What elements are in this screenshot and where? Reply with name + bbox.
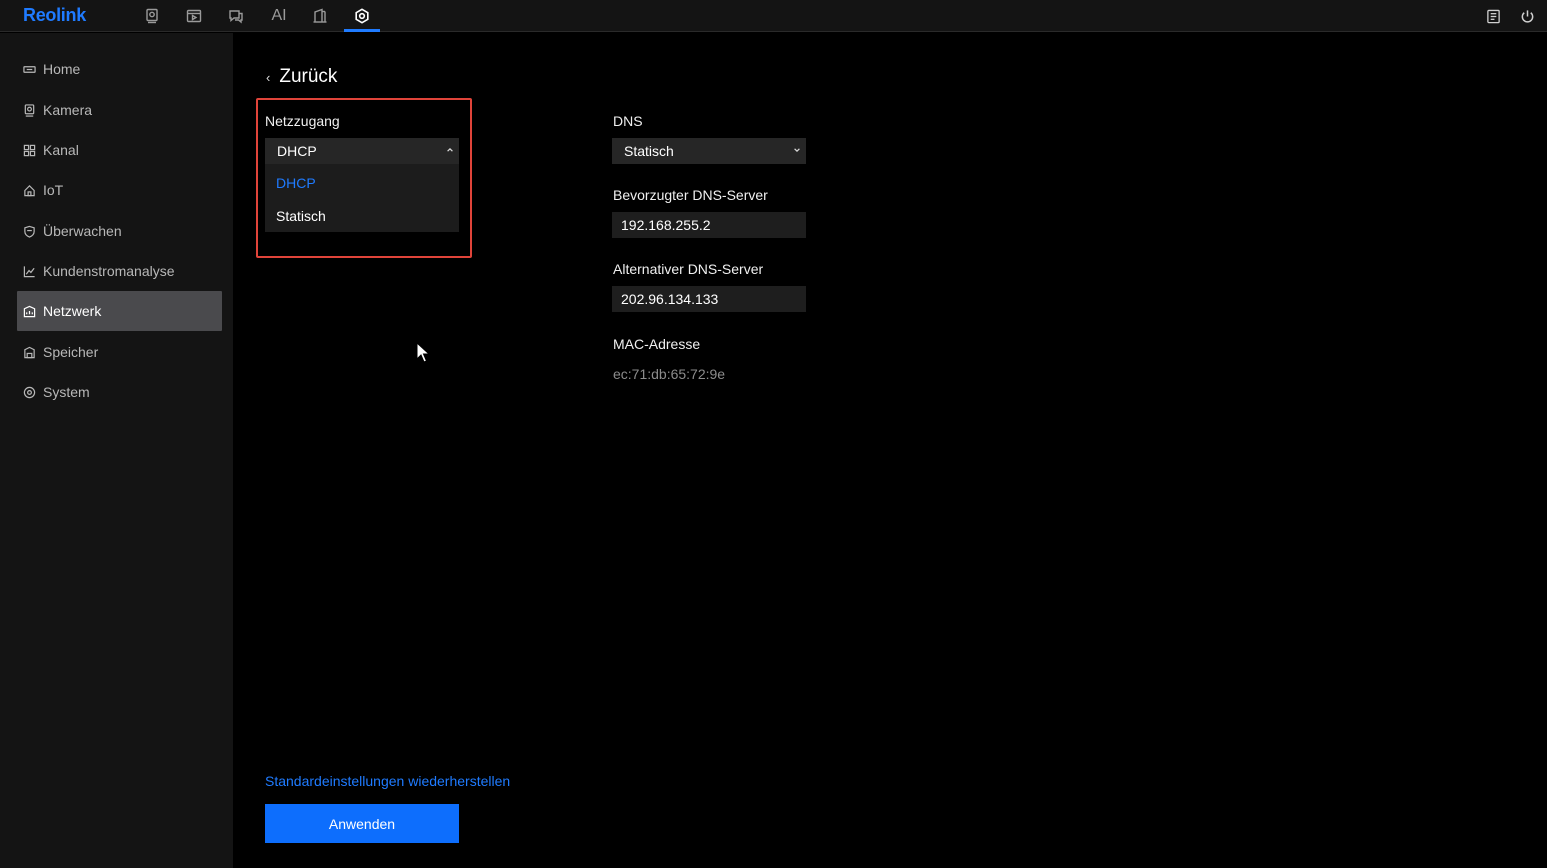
sidebar-item-label: Home — [43, 61, 81, 77]
sidebar-item-label: Netzwerk — [43, 303, 102, 319]
sidebar-item-kundenstromanalyse[interactable]: Kundenstromanalyse — [17, 251, 222, 291]
message-icon — [229, 10, 243, 24]
settings-icon — [355, 8, 369, 24]
chevron-up-icon — [445, 145, 455, 155]
topnav-settings[interactable] — [344, 0, 380, 32]
back-button[interactable]: ‹ Zurück — [266, 66, 337, 88]
mouse-cursor-icon — [416, 342, 430, 363]
sidebar-item-label: Kundenstromanalyse — [43, 263, 175, 279]
sidebar-item-label: System — [43, 384, 90, 400]
sidebar-item-kamera[interactable]: Kamera — [17, 90, 222, 130]
netzzugang-value: DHCP — [277, 143, 317, 159]
apply-button[interactable]: Anwenden — [265, 804, 459, 843]
sidebar-item-home[interactable]: Home — [17, 49, 222, 89]
sidebar-item-kanal[interactable]: Kanal — [17, 130, 222, 170]
top-bar: Reolink AI — [0, 0, 1547, 32]
netzzugang-dropdown: DHCP Statisch — [265, 164, 459, 232]
chart-icon — [22, 264, 36, 278]
monitor-icon — [22, 62, 36, 76]
sidebar-item-speicher[interactable]: Speicher — [17, 332, 222, 372]
chevron-left-icon: ‹ — [266, 69, 271, 85]
power-icon — [1521, 9, 1533, 23]
playback-icon — [186, 9, 202, 23]
sidebar-item-label: Kanal — [43, 142, 79, 158]
topnav-ai[interactable]: AI — [261, 0, 297, 32]
alternate-dns-label: Alternativer DNS-Server — [613, 261, 764, 277]
preferred-dns-input[interactable]: 192.168.255.2 — [612, 212, 806, 238]
mac-value: ec:71:db:65:72:9e — [613, 366, 726, 382]
notes-icon — [1486, 9, 1500, 23]
camera-icon — [22, 103, 36, 117]
alternate-dns-input[interactable]: 202.96.134.133 — [612, 286, 806, 312]
dropdown-option-statisch[interactable]: Statisch — [276, 208, 326, 224]
door-icon — [313, 8, 327, 23]
network-icon — [22, 304, 36, 318]
back-label: Zurück — [279, 66, 338, 87]
netzzugang-label: Netzzugang — [265, 113, 340, 129]
reolink-logo: Reolink — [23, 5, 86, 25]
mac-label: MAC-Adresse — [613, 336, 701, 352]
grid-icon — [22, 143, 36, 157]
sidebar-item-label: Speicher — [43, 344, 99, 360]
sidebar-item-label: IoT — [43, 182, 64, 198]
camera-preview-icon — [146, 8, 158, 24]
dns-select[interactable]: Statisch — [612, 138, 806, 164]
topnav-messages[interactable] — [218, 0, 254, 32]
storage-icon — [22, 345, 36, 359]
preferred-dns-label: Bevorzugter DNS-Server — [613, 187, 768, 203]
power-button[interactable] — [1513, 0, 1541, 32]
dns-label: DNS — [613, 113, 643, 129]
notes-button[interactable] — [1479, 0, 1507, 32]
dropdown-option-dhcp[interactable]: DHCP — [276, 175, 316, 191]
sidebar-item-system[interactable]: System — [17, 372, 222, 412]
gear-icon — [22, 385, 36, 399]
restore-defaults-link[interactable]: Standardeinstellungen wiederherstellen — [265, 773, 510, 789]
sidebar-item-netzwerk[interactable]: Netzwerk — [17, 291, 222, 331]
sidebar: Home Kamera Kanal IoT Überwachen Kundens… — [0, 33, 233, 868]
ai-icon: AI — [271, 7, 287, 24]
sidebar-item-label: Kamera — [43, 102, 93, 118]
shield-icon — [22, 224, 36, 238]
sidebar-item-iot[interactable]: IoT — [17, 170, 222, 210]
dns-value: Statisch — [624, 143, 674, 159]
house-icon — [22, 183, 36, 197]
topnav-playback[interactable] — [176, 0, 212, 32]
sidebar-item-ueberwachen[interactable]: Überwachen — [17, 211, 222, 251]
netzzugang-select[interactable]: DHCP — [265, 138, 459, 164]
topnav-camera-preview[interactable] — [134, 0, 170, 32]
topnav-door[interactable] — [302, 0, 338, 32]
sidebar-item-label: Überwachen — [43, 223, 122, 239]
chevron-down-icon — [792, 145, 802, 155]
